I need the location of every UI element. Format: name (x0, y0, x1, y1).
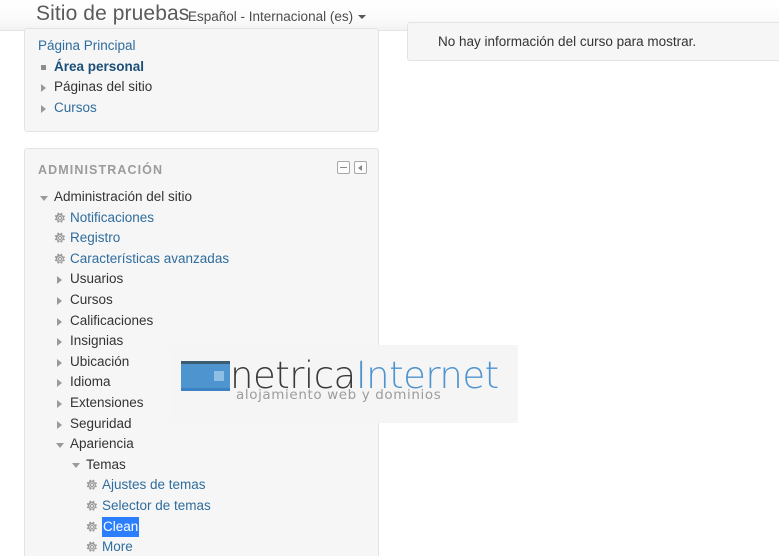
collapse-block-button[interactable] (337, 161, 350, 174)
page-root: Sitio de pruebas Español - Internacional… (0, 0, 779, 556)
watermark-tagline: alojamiento web y dominios (236, 387, 441, 403)
block-title: ADMINISTRACIÓN (38, 163, 163, 177)
collapse-arrow-icon[interactable] (54, 434, 68, 455)
chevron-left-icon (358, 165, 362, 171)
course-info-message: No hay información del curso para mostra… (438, 34, 696, 49)
tree-item-label[interactable]: Idioma (70, 372, 111, 393)
tree-item-label[interactable]: Cursos (70, 290, 113, 311)
tree-item-label[interactable]: Temas (86, 455, 126, 476)
tree-item-label[interactable]: Clean (102, 517, 139, 538)
expand-arrow-icon[interactable] (54, 311, 68, 332)
tree-item-label[interactable]: Ajustes de temas (102, 475, 206, 496)
navigation-block: Página PrincipalÁrea personalPáginas del… (24, 28, 379, 132)
tree-item-label[interactable]: Cursos (54, 98, 97, 119)
expand-arrow-icon[interactable] (54, 414, 68, 435)
tree-item-label[interactable]: More (102, 537, 133, 556)
tree-item-label[interactable]: Seguridad (70, 414, 132, 435)
tree-item-label[interactable]: Notificaciones (70, 208, 154, 229)
dock-block-button[interactable] (354, 161, 367, 174)
tree-item-label[interactable]: Administración del sitio (54, 187, 192, 208)
gear-icon (86, 537, 100, 556)
gear-icon (86, 475, 100, 496)
expand-arrow-icon[interactable] (54, 352, 68, 373)
netrica-watermark: netricaInternet alojamiento web y domini… (170, 345, 518, 423)
expand-arrow-icon[interactable] (54, 331, 68, 352)
gear-icon (54, 228, 68, 249)
tree-item-label[interactable]: Usuarios (70, 269, 123, 290)
gear-icon (54, 249, 68, 270)
tree-item-label[interactable]: Características avanzadas (70, 249, 229, 270)
tree-item-label[interactable]: Insignias (70, 331, 123, 352)
collapse-arrow-icon[interactable] (70, 455, 84, 476)
netrica-logo-icon (181, 361, 230, 391)
block-controls (337, 161, 367, 174)
tree-item-label[interactable]: Calificaciones (70, 311, 153, 332)
tree-item-label[interactable]: Selector de temas (102, 496, 211, 517)
expand-arrow-icon[interactable] (54, 393, 68, 414)
expand-arrow-icon[interactable] (38, 77, 52, 98)
administration-block-header: ADMINISTRACIÓN (25, 149, 378, 187)
minus-icon (340, 167, 347, 168)
expand-arrow-icon[interactable] (54, 372, 68, 393)
expand-arrow-icon[interactable] (54, 290, 68, 311)
tree-item-label[interactable]: Páginas del sitio (54, 77, 152, 98)
tree-item-label[interactable]: Ubicación (70, 352, 129, 373)
gear-icon (54, 208, 68, 229)
tree-item-label[interactable]: Página Principal (38, 36, 136, 57)
page-title: Sitio de pruebas (36, 2, 189, 26)
chevron-down-icon (358, 15, 366, 19)
expand-arrow-icon[interactable] (38, 98, 52, 119)
tree-item-label[interactable]: Apariencia (70, 434, 134, 455)
collapse-arrow-icon[interactable] (38, 187, 52, 208)
language-menu[interactable]: Español - Internacional (es) (188, 9, 366, 24)
tree-item-label[interactable]: Registro (70, 228, 120, 249)
gear-icon (86, 496, 100, 517)
expand-arrow-icon[interactable] (54, 269, 68, 290)
course-info-box: No hay información del curso para mostra… (407, 22, 779, 61)
gear-icon (86, 517, 100, 538)
bullet-square-icon (38, 57, 52, 78)
tree-item-label[interactable]: Área personal (54, 57, 144, 78)
language-menu-label: Español - Internacional (es) (188, 9, 353, 24)
tree-item-label[interactable]: Extensiones (70, 393, 144, 414)
